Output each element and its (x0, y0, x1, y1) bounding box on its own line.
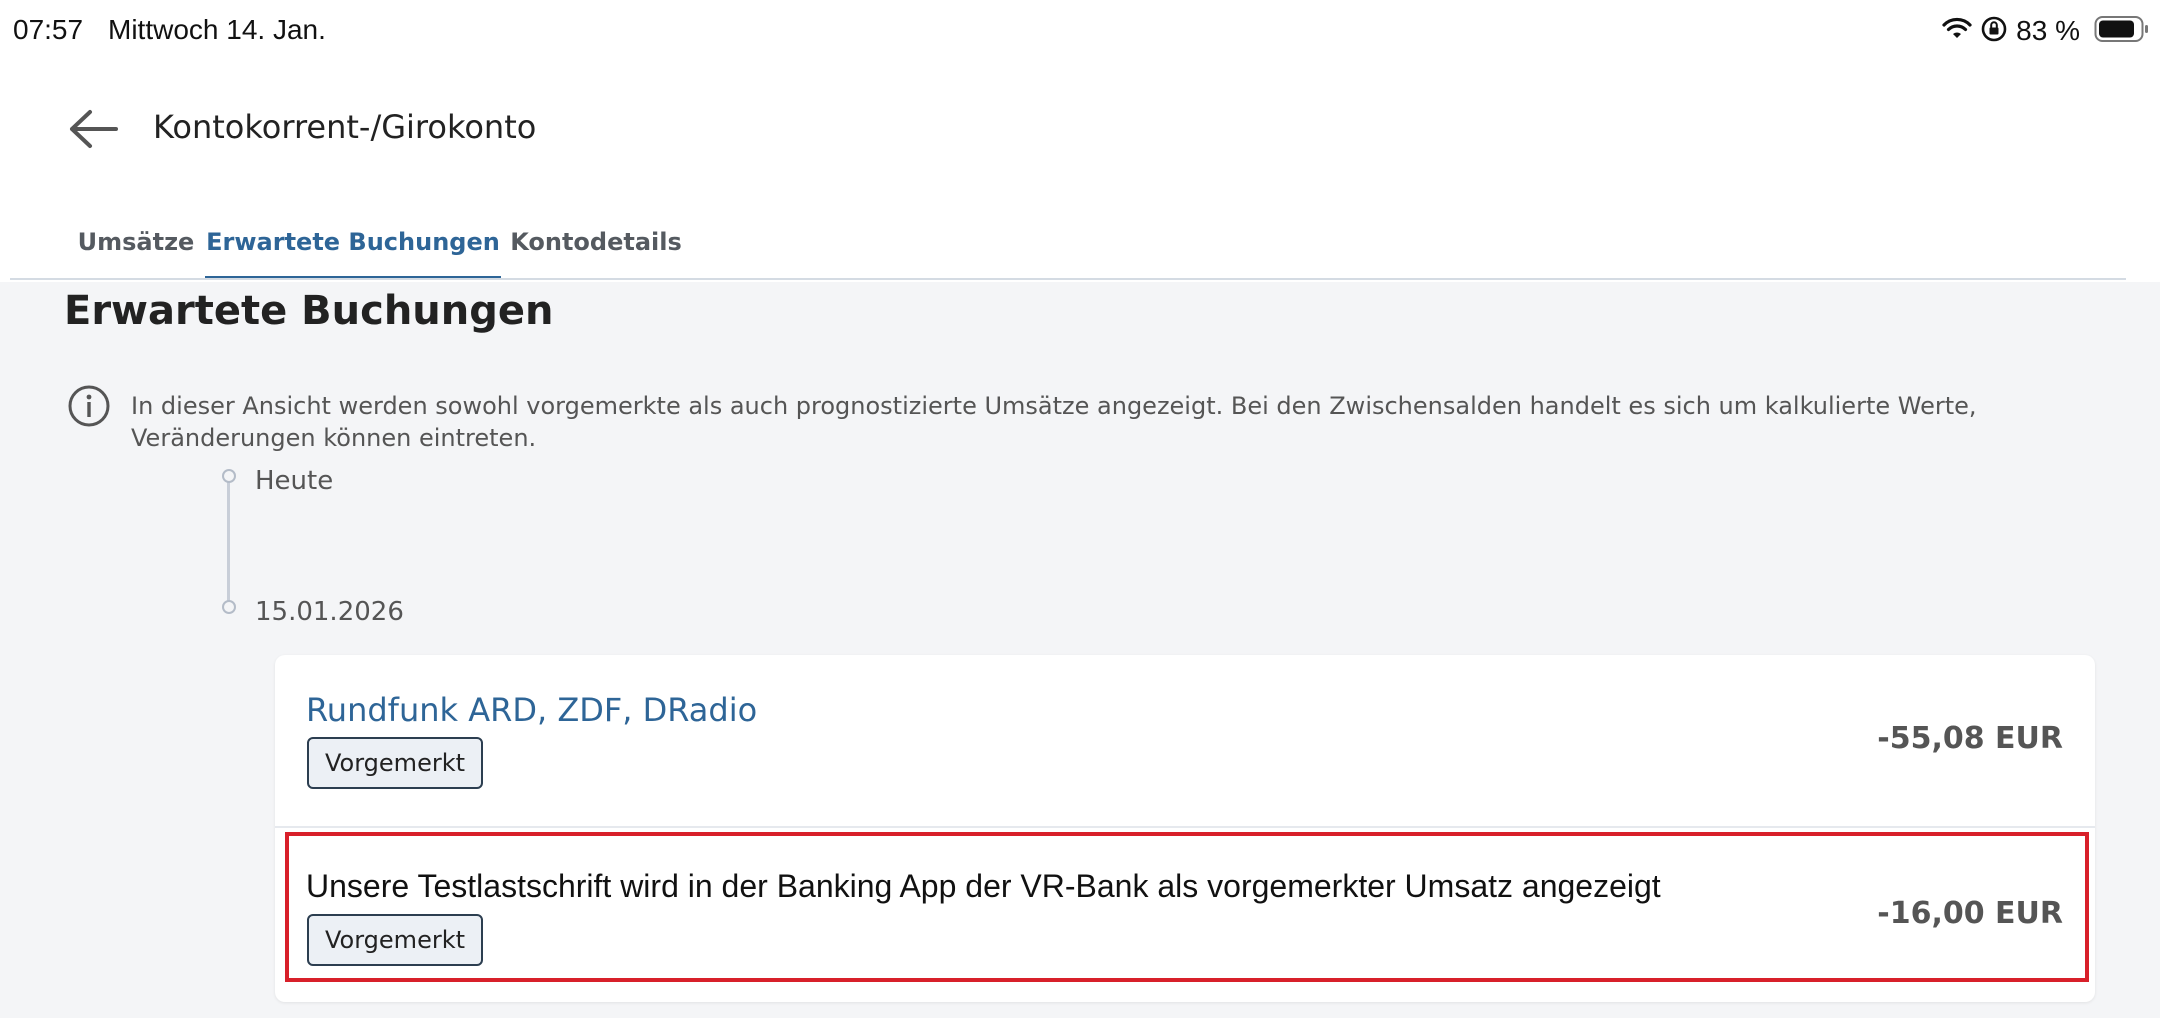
tab-umsaetze[interactable]: Umsätze (70, 216, 202, 280)
status-date: Mittwoch 14. Jan. (108, 14, 326, 45)
booking-title[interactable]: Rundfunk ARD, ZDF, DRadio (306, 691, 757, 729)
status-bar: 07:57 Mittwoch 14. Jan. 83 % (0, 0, 2160, 64)
booking-amount: -55,08 EUR (1877, 721, 2063, 756)
timeline-dot (222, 600, 236, 614)
section-title: Erwartete Buchungen (64, 288, 554, 334)
battery-icon (2094, 15, 2150, 47)
battery-percent: 83 % (2016, 15, 2080, 46)
timeline-line (227, 472, 230, 606)
status-time: 07:57 (13, 14, 84, 45)
timeline-label-today: Heute (255, 466, 334, 496)
info-icon (67, 384, 111, 428)
app-header: Kontokorrent-/Girokonto (0, 64, 2160, 194)
back-button[interactable] (66, 108, 120, 150)
orientation-lock-icon (1980, 15, 2008, 47)
page-title: Kontokorrent-/Girokonto (153, 108, 537, 146)
main-content: Erwartete Buchungen In dieser Ansicht we… (0, 282, 2160, 1018)
status-indicators: 83 % (1942, 14, 2150, 48)
timeline-label-date: 15.01.2026 (255, 597, 404, 627)
wifi-icon (1942, 17, 1972, 45)
booking-row[interactable]: Rundfunk ARD, ZDF, DRadio Vorgemerkt -55… (275, 655, 2095, 826)
tab-erwartete-buchungen[interactable]: Erwartete Buchungen (205, 216, 501, 280)
info-text: In dieser Ansicht werden sowohl vorgemer… (131, 392, 1977, 452)
booking-card: Rundfunk ARD, ZDF, DRadio Vorgemerkt -55… (275, 655, 2095, 1002)
arrow-left-icon (66, 110, 120, 154)
tab-kontodetails[interactable]: Kontodetails (508, 216, 684, 280)
timeline-dot (222, 469, 236, 483)
highlight-frame (285, 832, 2089, 982)
status-badge: Vorgemerkt (307, 737, 484, 789)
tabs-divider (10, 278, 2126, 280)
tab-bar: Umsätze Erwartete Buchungen Kontodetails (0, 204, 2160, 280)
